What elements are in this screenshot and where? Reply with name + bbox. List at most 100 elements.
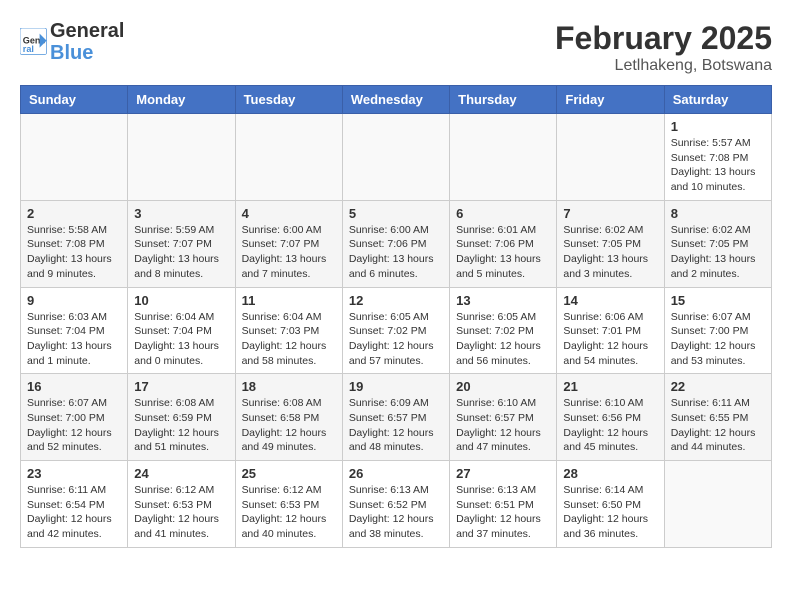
page-header: Gene ral General Blue February 2025 Letl… xyxy=(20,20,772,75)
weekday-header-monday: Monday xyxy=(128,86,235,114)
day-info: Sunrise: 6:06 AM Sunset: 7:01 PM Dayligh… xyxy=(563,310,657,369)
day-number: 8 xyxy=(671,206,765,221)
day-number: 21 xyxy=(563,379,657,394)
day-number: 27 xyxy=(456,466,550,481)
calendar-week-row: 16 Sunrise: 6:07 AM Sunset: 7:00 PM Dayli… xyxy=(21,374,772,461)
calendar-day-cell: 7Sunrise: 6:02 AM Sunset: 7:05 PM Daylig… xyxy=(557,200,664,287)
day-info: Sunrise: 6:07 AM Sunset: 7:00 PM Dayligh… xyxy=(27,396,121,455)
calendar-day-cell: 10Sunrise: 6:04 AM Sunset: 7:04 PM Dayli… xyxy=(128,287,235,374)
day-info: Sunrise: 6:00 AM Sunset: 7:07 PM Dayligh… xyxy=(242,223,336,282)
calendar-week-row: 1Sunrise: 5:57 AM Sunset: 7:08 PM Daylig… xyxy=(21,114,772,201)
day-number: 13 xyxy=(456,293,550,308)
calendar-day-cell: 23 Sunrise: 6:11 AM Sunset: 6:54 PM Dayli… xyxy=(21,461,128,548)
calendar-day-cell: 5 Sunrise: 6:00 AM Sunset: 7:06 PM Daylig… xyxy=(342,200,449,287)
weekday-header-tuesday: Tuesday xyxy=(235,86,342,114)
day-number: 18 xyxy=(242,379,336,394)
calendar-day-cell: 19 Sunrise: 6:09 AM Sunset: 6:57 PM Dayli… xyxy=(342,374,449,461)
day-info: Sunrise: 6:10 AM Sunset: 6:56 PM Dayligh… xyxy=(563,396,657,455)
day-number: 22 xyxy=(671,379,765,394)
day-number: 12 xyxy=(349,293,443,308)
day-info: Sunrise: 6:00 AM Sunset: 7:06 PM Dayligh… xyxy=(349,223,443,282)
calendar-day-cell xyxy=(450,114,557,201)
weekday-header-wednesday: Wednesday xyxy=(342,86,449,114)
calendar-day-cell: 3 Sunrise: 5:59 AM Sunset: 7:07 PM Daylig… xyxy=(128,200,235,287)
calendar-day-cell: 21 Sunrise: 6:10 AM Sunset: 6:56 PM Dayli… xyxy=(557,374,664,461)
calendar-day-cell: 14 Sunrise: 6:06 AM Sunset: 7:01 PM Dayli… xyxy=(557,287,664,374)
calendar-day-cell: 26 Sunrise: 6:13 AM Sunset: 6:52 PM Dayli… xyxy=(342,461,449,548)
day-number: 17 xyxy=(134,379,228,394)
logo-line2: Blue xyxy=(50,42,124,64)
logo-line1: General xyxy=(50,20,124,42)
day-info: Sunrise: 6:01 AM Sunset: 7:06 PM Dayligh… xyxy=(456,223,550,282)
day-info: Sunrise: 6:13 AM Sunset: 6:52 PM Dayligh… xyxy=(349,483,443,542)
day-info: Sunrise: 6:07 AM Sunset: 7:00 PM Dayligh… xyxy=(671,310,765,369)
calendar-day-cell: 28Sunrise: 6:14 AM Sunset: 6:50 PM Dayli… xyxy=(557,461,664,548)
svg-text:ral: ral xyxy=(23,44,34,54)
day-number: 6 xyxy=(456,206,550,221)
calendar-day-cell: 15 Sunrise: 6:07 AM Sunset: 7:00 PM Dayli… xyxy=(664,287,771,374)
calendar-day-cell: 4Sunrise: 6:00 AM Sunset: 7:07 PM Daylig… xyxy=(235,200,342,287)
calendar-day-cell: 17Sunrise: 6:08 AM Sunset: 6:59 PM Dayli… xyxy=(128,374,235,461)
calendar-day-cell: 22Sunrise: 6:11 AM Sunset: 6:55 PM Dayli… xyxy=(664,374,771,461)
day-number: 25 xyxy=(242,466,336,481)
day-number: 24 xyxy=(134,466,228,481)
weekday-header-friday: Friday xyxy=(557,86,664,114)
day-info: Sunrise: 6:08 AM Sunset: 6:58 PM Dayligh… xyxy=(242,396,336,455)
day-info: Sunrise: 6:11 AM Sunset: 6:54 PM Dayligh… xyxy=(27,483,121,542)
day-info: Sunrise: 6:04 AM Sunset: 7:04 PM Dayligh… xyxy=(134,310,228,369)
calendar-day-cell xyxy=(342,114,449,201)
calendar-week-row: 2Sunrise: 5:58 AM Sunset: 7:08 PM Daylig… xyxy=(21,200,772,287)
day-info: Sunrise: 6:10 AM Sunset: 6:57 PM Dayligh… xyxy=(456,396,550,455)
day-number: 15 xyxy=(671,293,765,308)
day-number: 14 xyxy=(563,293,657,308)
day-number: 16 xyxy=(27,379,121,394)
calendar-day-cell xyxy=(128,114,235,201)
day-info: Sunrise: 6:14 AM Sunset: 6:50 PM Dayligh… xyxy=(563,483,657,542)
day-number: 9 xyxy=(27,293,121,308)
calendar-day-cell xyxy=(557,114,664,201)
logo-icon: Gene ral xyxy=(20,28,48,56)
day-info: Sunrise: 6:13 AM Sunset: 6:51 PM Dayligh… xyxy=(456,483,550,542)
day-number: 11 xyxy=(242,293,336,308)
day-number: 3 xyxy=(134,206,228,221)
calendar-day-cell: 1Sunrise: 5:57 AM Sunset: 7:08 PM Daylig… xyxy=(664,114,771,201)
calendar-day-cell: 11 Sunrise: 6:04 AM Sunset: 7:03 PM Dayli… xyxy=(235,287,342,374)
day-info: Sunrise: 6:05 AM Sunset: 7:02 PM Dayligh… xyxy=(456,310,550,369)
calendar-day-cell: 13 Sunrise: 6:05 AM Sunset: 7:02 PM Dayli… xyxy=(450,287,557,374)
month-year-title: February 2025 xyxy=(555,20,772,57)
weekday-header-sunday: Sunday xyxy=(21,86,128,114)
day-info: Sunrise: 5:59 AM Sunset: 7:07 PM Dayligh… xyxy=(134,223,228,282)
weekday-header-saturday: Saturday xyxy=(664,86,771,114)
calendar-day-cell: 6 Sunrise: 6:01 AM Sunset: 7:06 PM Daylig… xyxy=(450,200,557,287)
calendar-day-cell: 12 Sunrise: 6:05 AM Sunset: 7:02 PM Dayli… xyxy=(342,287,449,374)
day-number: 5 xyxy=(349,206,443,221)
day-info: Sunrise: 6:09 AM Sunset: 6:57 PM Dayligh… xyxy=(349,396,443,455)
calendar-day-cell xyxy=(21,114,128,201)
day-number: 26 xyxy=(349,466,443,481)
day-info: Sunrise: 6:04 AM Sunset: 7:03 PM Dayligh… xyxy=(242,310,336,369)
day-info: Sunrise: 6:12 AM Sunset: 6:53 PM Dayligh… xyxy=(134,483,228,542)
location-subtitle: Letlhakeng, Botswana xyxy=(555,57,772,75)
day-info: Sunrise: 6:05 AM Sunset: 7:02 PM Dayligh… xyxy=(349,310,443,369)
title-section: February 2025 Letlhakeng, Botswana xyxy=(555,20,772,75)
calendar-day-cell: 25 Sunrise: 6:12 AM Sunset: 6:53 PM Dayli… xyxy=(235,461,342,548)
calendar-day-cell xyxy=(235,114,342,201)
calendar-day-cell: 24 Sunrise: 6:12 AM Sunset: 6:53 PM Dayli… xyxy=(128,461,235,548)
calendar-week-row: 9 Sunrise: 6:03 AM Sunset: 7:04 PM Daylig… xyxy=(21,287,772,374)
calendar-day-cell xyxy=(664,461,771,548)
day-info: Sunrise: 6:02 AM Sunset: 7:05 PM Dayligh… xyxy=(671,223,765,282)
calendar-day-cell: 2Sunrise: 5:58 AM Sunset: 7:08 PM Daylig… xyxy=(21,200,128,287)
day-number: 1 xyxy=(671,119,765,134)
day-info: Sunrise: 5:58 AM Sunset: 7:08 PM Dayligh… xyxy=(27,223,121,282)
day-number: 20 xyxy=(456,379,550,394)
day-number: 19 xyxy=(349,379,443,394)
calendar-day-cell: 9 Sunrise: 6:03 AM Sunset: 7:04 PM Daylig… xyxy=(21,287,128,374)
weekday-header-thursday: Thursday xyxy=(450,86,557,114)
day-info: Sunrise: 6:12 AM Sunset: 6:53 PM Dayligh… xyxy=(242,483,336,542)
calendar-day-cell: 27 Sunrise: 6:13 AM Sunset: 6:51 PM Dayli… xyxy=(450,461,557,548)
calendar-table: SundayMondayTuesdayWednesdayThursdayFrid… xyxy=(20,85,772,548)
day-info: Sunrise: 6:03 AM Sunset: 7:04 PM Dayligh… xyxy=(27,310,121,369)
calendar-day-cell: 8 Sunrise: 6:02 AM Sunset: 7:05 PM Daylig… xyxy=(664,200,771,287)
day-number: 23 xyxy=(27,466,121,481)
calendar-day-cell: 20 Sunrise: 6:10 AM Sunset: 6:57 PM Dayli… xyxy=(450,374,557,461)
